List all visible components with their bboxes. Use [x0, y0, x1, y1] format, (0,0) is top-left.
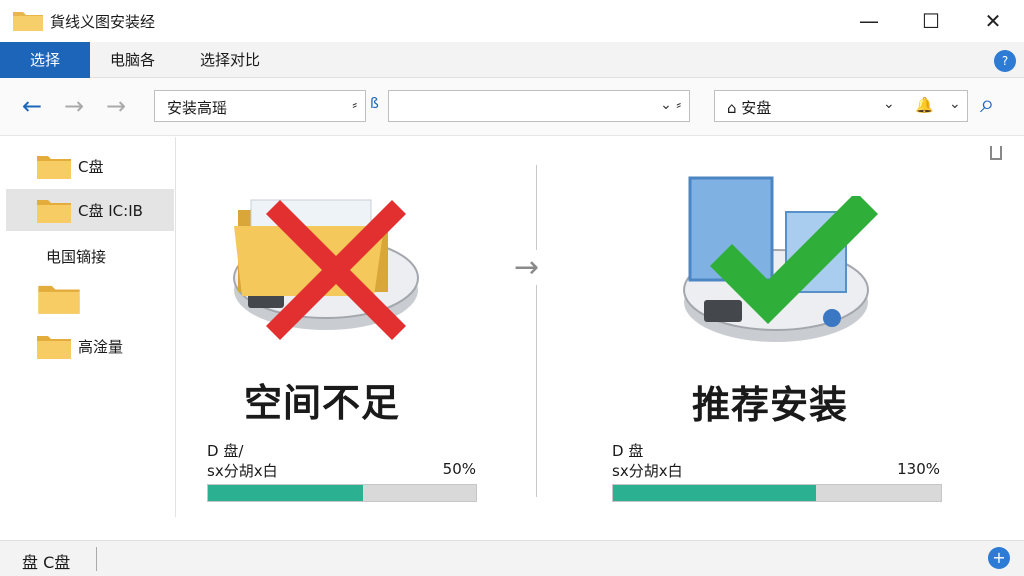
status-bar: 盘 C盘 + — [0, 540, 1024, 576]
add-icon[interactable]: + — [988, 547, 1010, 569]
marker-icon: ß — [370, 96, 379, 112]
address-row: ← → → 安装高瑶 ⸗ ß ⌄ ⸗ ⌂ 安盘 ⌄ 🔔 ⌄ ⌕ — [0, 78, 1024, 160]
sidebar-item-network[interactable]: 电国镝接 — [6, 235, 174, 277]
middle-dropdown-icon[interactable]: ⌄ ⸗ — [660, 96, 681, 113]
right-sub-label: sx分胡x白 — [612, 462, 683, 480]
sidebar-item-label: 高淦量 — [78, 337, 124, 356]
sidebar-item-label: 电国镝接 — [46, 247, 107, 266]
right-drive-label: D 盘 — [612, 442, 644, 460]
folder-icon — [37, 336, 71, 359]
right-percent: 130% — [897, 460, 940, 478]
folder-app-icon — [13, 12, 43, 31]
help-icon[interactable]: ? — [994, 50, 1016, 72]
path-text: 安装高瑶 — [167, 99, 228, 117]
window-title: 貨线义图安装经 — [50, 13, 156, 31]
left-sub-label: sx分胡x白 — [207, 462, 278, 480]
bell-icon[interactable]: 🔔 — [915, 96, 934, 114]
search-dropdown-icon[interactable]: ⌄ — [883, 96, 895, 112]
left-percent: 50% — [442, 460, 476, 478]
ribbon-tabs: 选择 电脑各 选择对比 ? — [0, 42, 1024, 78]
tab-computer[interactable]: 电脑各 — [92, 42, 173, 78]
back-arrow-icon[interactable]: ← — [22, 92, 42, 120]
sidebar-item-c-drive-ic[interactable]: C盘 IC:IB — [6, 189, 174, 231]
sidebar-item-label: C盘 IC:IB — [78, 201, 143, 220]
up-arrow-icon[interactable]: → — [106, 92, 126, 120]
left-progress-fill — [208, 485, 364, 501]
tab-compare[interactable]: 选择对比 — [182, 42, 278, 78]
right-progress-bar — [612, 484, 942, 502]
search-text: ⌂ 安盘 — [727, 99, 772, 117]
navigation-pane: C盘 C盘 IC:IB 电国镝接 高淦量 — [0, 137, 176, 517]
status-label: 盘 C盘 — [22, 553, 71, 572]
minimize-button[interactable]: — — [846, 6, 892, 36]
right-progress-fill — [613, 485, 817, 501]
comparison-divider — [536, 165, 537, 497]
tab-select[interactable]: 选择 — [0, 42, 90, 78]
search-box[interactable]: ⌂ 安盘 ⌄ 🔔 ⌄ — [714, 90, 968, 122]
title-bar: 貨线义图安装经 — ☐ ✕ — [0, 0, 1024, 42]
view-toggle-icon[interactable] — [990, 146, 1002, 160]
sidebar-item-label: C盘 — [78, 157, 104, 176]
folder-icon — [37, 200, 71, 223]
search-icon[interactable]: ⌕ — [980, 90, 995, 118]
folder-icon — [37, 156, 71, 179]
status-separator — [96, 547, 97, 571]
path-box[interactable]: 安装高瑶 ⸗ — [154, 90, 366, 122]
left-progress-bar — [207, 484, 477, 502]
left-drive-label: D 盘/ — [207, 442, 244, 460]
sidebar-item-c-drive[interactable]: C盘 — [6, 145, 174, 187]
bell-dropdown-icon[interactable]: ⌄ — [949, 96, 961, 112]
comparison-arrow-icon: → — [514, 250, 540, 285]
folder-icon — [38, 285, 80, 314]
middle-field[interactable]: ⌄ ⸗ — [388, 90, 690, 122]
right-heading: 推荐安装 — [692, 383, 849, 427]
sidebar-item-storage[interactable]: 高淦量 — [6, 325, 174, 367]
maximize-button[interactable]: ☐ — [908, 6, 954, 36]
close-button[interactable]: ✕ — [970, 6, 1016, 36]
path-dropdown-icon[interactable]: ⸗ — [352, 96, 357, 113]
check-mark-icon — [710, 196, 878, 324]
sidebar-item-folder[interactable] — [6, 277, 174, 319]
left-heading: 空间不足 — [244, 381, 401, 425]
forward-arrow-icon[interactable]: → — [64, 92, 84, 120]
x-mark-icon — [266, 200, 406, 340]
